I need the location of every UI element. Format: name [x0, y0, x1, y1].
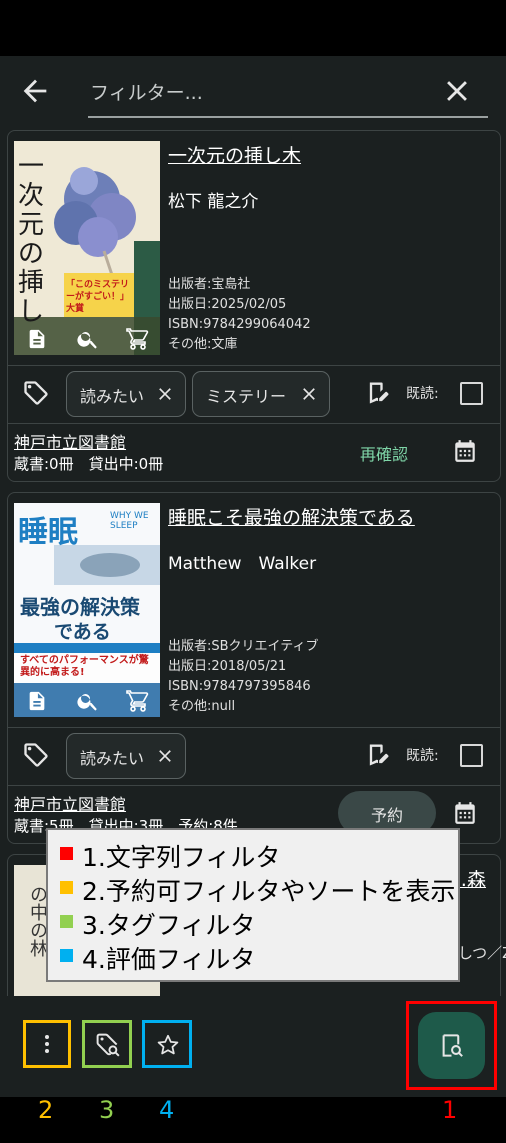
cover-char: し	[18, 297, 45, 327]
bookmark-edit-icon[interactable]	[364, 741, 392, 769]
book-search-icon	[442, 1034, 463, 1057]
book-cover[interactable]: 睡眠 WHY WE SLEEP 最強の解決策 である すべてのパフォーマンスが驚…	[14, 503, 160, 717]
library-link[interactable]: 神戸市立図書館	[14, 429, 126, 453]
read-label: 既読:	[406, 386, 439, 402]
close-icon[interactable]	[155, 746, 175, 766]
calendar-icon[interactable]	[452, 437, 478, 465]
cover-char: 次	[18, 181, 45, 211]
book-other: その他:文庫	[168, 337, 238, 352]
recheck-button[interactable]: 再確認	[360, 441, 408, 465]
tag-chip[interactable]: 読みたい	[66, 733, 186, 779]
book-title[interactable]: 一次元の挿し木	[168, 141, 301, 168]
book-search-fab[interactable]	[418, 1012, 485, 1079]
legend-swatch	[60, 847, 73, 860]
tag-chip-label: 読みたい	[80, 749, 145, 768]
divider	[8, 785, 500, 786]
cart-icon[interactable]	[126, 689, 150, 713]
bookmark-edit-icon[interactable]	[364, 379, 392, 407]
document-icon[interactable]	[26, 327, 48, 351]
cover-char: 元	[18, 210, 45, 240]
search-icon[interactable]	[76, 689, 100, 713]
cover-char: 一	[18, 152, 45, 182]
book-isbn: ISBN:9784797395846	[168, 679, 311, 694]
read-checkbox[interactable]	[460, 744, 483, 767]
star-icon	[157, 1034, 179, 1055]
tag-icon[interactable]	[22, 741, 50, 769]
filter-input[interactable]: フィルター...	[88, 70, 488, 118]
reserve-label: 予約	[370, 806, 403, 825]
tag-chip[interactable]: 読みたい	[66, 371, 186, 417]
library-link[interactable]: 神戸市立図書館	[14, 791, 126, 815]
book-author: 松下 龍之介	[168, 192, 259, 212]
tag-chip-label: ミステリー	[206, 387, 287, 406]
search-fab-highlight	[406, 1001, 497, 1090]
legend-swatch	[60, 881, 73, 894]
annotation-number-3: 3	[99, 1096, 115, 1124]
book-card: 一 次 元 の 挿 し 「このミステリーがすごい！」大賞 一次元の挿し木 松下 …	[7, 130, 501, 482]
book-title[interactable]: 睡眠こそ最強の解決策である	[168, 503, 415, 530]
legend-label: 3.タグフィルタ	[82, 911, 256, 940]
stock-status: 蔵書:0冊 貸出中:0冊	[14, 455, 164, 473]
tag-icon[interactable]	[22, 379, 50, 407]
close-icon[interactable]	[299, 384, 319, 404]
tag-filter-button[interactable]	[82, 1020, 132, 1068]
cover-banner: すべてのパフォーマンスが驚異的に高まる!	[20, 655, 149, 678]
cover-title-sub: である	[54, 621, 111, 643]
cover-vertical-title: 一 次 元 の 挿 し	[18, 153, 44, 327]
legend-swatch	[60, 915, 73, 928]
cover-actions	[22, 325, 158, 353]
book-card: 睡眠 WHY WE SLEEP 最強の解決策 である すべてのパフォーマンスが驚…	[7, 492, 501, 844]
annotation-number-1: 1	[442, 1096, 458, 1124]
cart-icon[interactable]	[126, 327, 150, 351]
rating-filter-button[interactable]	[142, 1020, 192, 1068]
legend-swatch	[60, 949, 73, 962]
legend-label: 4.評価フィルタ	[82, 945, 256, 974]
close-icon[interactable]	[440, 74, 474, 108]
divider	[8, 365, 500, 366]
book-isbn: ISBN:9784299064042	[168, 317, 311, 332]
cover-banner: 「このミステリーがすごい！」大賞	[66, 280, 130, 314]
legend-overlay: 1.文字列フィルタ 2.予約可フィルタやソートを表示 3.タグフィルタ 4.評価…	[46, 828, 460, 982]
read-checkbox[interactable]	[460, 382, 483, 405]
cover-title-main: 最強の解決策	[20, 595, 140, 619]
divider	[8, 423, 500, 424]
calendar-icon[interactable]	[452, 799, 478, 827]
book-author: Matthew Walker	[168, 554, 317, 574]
cover-char: の	[18, 239, 45, 269]
legend-label: 2.予約可フィルタやソートを表示	[82, 877, 456, 906]
cover-char: 挿	[18, 268, 45, 298]
annotation-number-4: 4	[159, 1096, 175, 1124]
more-vert-icon	[45, 1035, 49, 1053]
book-cover[interactable]: 一 次 元 の 挿 し 「このミステリーがすごい！」大賞	[14, 141, 160, 355]
cover-title-en: WHY WE SLEEP	[110, 511, 149, 531]
book-publisher: 出版者:SBクリエイティブ	[168, 639, 319, 654]
legend-label: 1.文字列フィルタ	[82, 843, 281, 872]
book-publisher: 出版者:宝島社	[168, 277, 251, 292]
search-icon[interactable]	[76, 327, 100, 351]
arrow-left-icon[interactable]	[18, 74, 52, 108]
tag-chip[interactable]: ミステリー	[192, 371, 330, 417]
read-label: 既読:	[406, 748, 439, 764]
book-published-date: 出版日:2025/02/05	[168, 297, 287, 312]
tag-search-icon	[96, 1033, 120, 1057]
book-published-date: 出版日:2018/05/21	[168, 659, 287, 674]
annotation-number-2: 2	[38, 1096, 54, 1124]
close-icon[interactable]	[155, 384, 175, 404]
cover-title-top: 睡眠	[18, 515, 78, 550]
bottom-app-bar	[0, 996, 506, 1097]
divider	[8, 727, 500, 728]
cover-actions	[22, 687, 158, 715]
filter-placeholder: フィルター...	[90, 82, 203, 104]
filter-toolbar: フィルター...	[0, 56, 506, 126]
more-button[interactable]	[23, 1020, 71, 1068]
tag-chip-label: 読みたい	[80, 387, 145, 406]
book-other: その他:null	[168, 699, 236, 714]
document-icon[interactable]	[26, 689, 48, 713]
